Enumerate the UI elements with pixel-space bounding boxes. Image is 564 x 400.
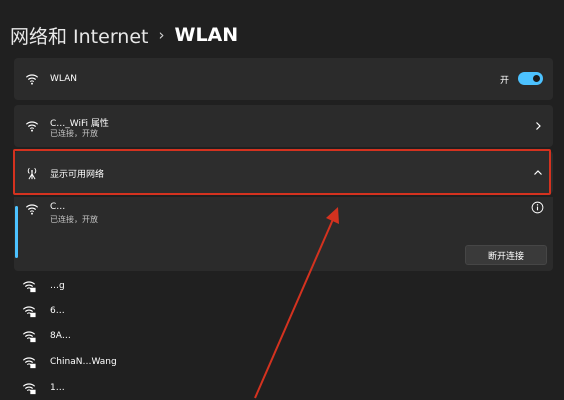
annotation-arrow: [254, 207, 339, 399]
